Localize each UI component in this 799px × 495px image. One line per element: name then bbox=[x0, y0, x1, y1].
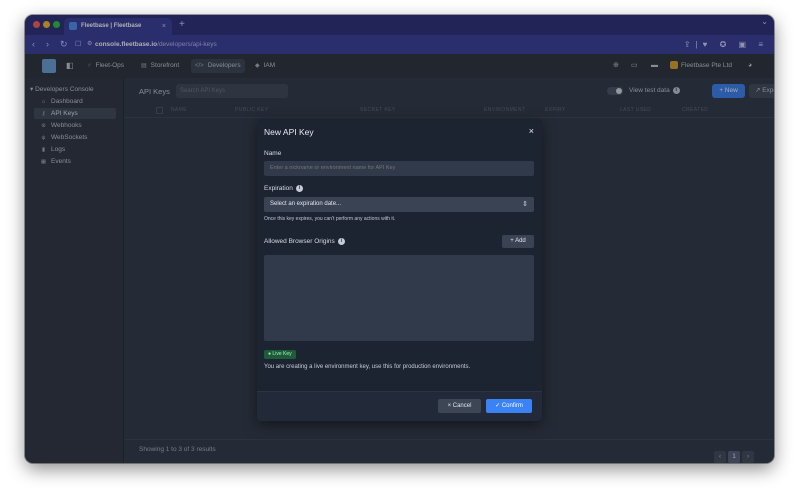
info-icon[interactable]: i bbox=[295, 185, 303, 192]
add-origin-button[interactable]: + Add bbox=[502, 235, 534, 248]
cancel-button[interactable]: × Cancel bbox=[438, 399, 481, 413]
live-key-badge: ● Live Key bbox=[264, 350, 296, 359]
modal-title: New API Key bbox=[264, 127, 314, 137]
check-icon: ✓ bbox=[495, 403, 502, 409]
info-icon[interactable]: i bbox=[337, 238, 345, 245]
live-key-description: You are creating a live environment key,… bbox=[264, 364, 471, 370]
new-api-key-modal: New API Key × Name Expirationi Select an… bbox=[257, 119, 542, 421]
allowed-origins-list[interactable] bbox=[264, 255, 534, 341]
allowed-origins-label: Allowed Browser Origins i bbox=[264, 238, 345, 245]
modal-footer: × Cancel ✓ Confirm bbox=[257, 391, 542, 421]
browser-window: Fleetbase | Fleetbase × + ⌄ ‹ › ↻ ☐ ⚙ co… bbox=[25, 15, 774, 463]
expiration-hint: Once this key expires, you can't perform… bbox=[264, 216, 396, 222]
close-icon[interactable]: × bbox=[529, 126, 534, 136]
chevron-updown-icon: ⇕ bbox=[522, 201, 528, 208]
expiration-label: Expiration i bbox=[264, 185, 303, 192]
name-input[interactable] bbox=[264, 161, 534, 176]
confirm-button[interactable]: ✓ Confirm bbox=[486, 399, 532, 413]
name-label: Name bbox=[264, 150, 282, 157]
expiration-select[interactable]: Select an expiration date... ⇕ bbox=[264, 197, 534, 212]
